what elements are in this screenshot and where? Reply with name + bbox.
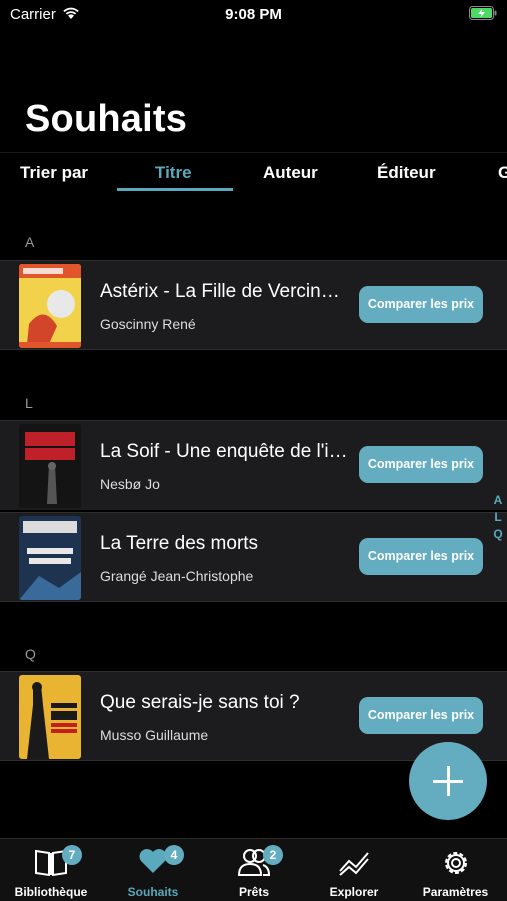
index-letter-q[interactable]: Q [491, 526, 505, 543]
tab-label: Paramètres [422, 885, 489, 899]
section-header-l: L [25, 395, 33, 411]
book-title: La Terre des morts [100, 533, 259, 554]
tab-explore[interactable]: Explorer [304, 839, 404, 901]
sort-selected-indicator [117, 188, 233, 191]
sort-option-genre[interactable]: G [498, 163, 507, 183]
book-row[interactable]: Astérix - La Fille de Vercingétorix Gosc… [0, 260, 507, 350]
book-author: Musso Guillaume [100, 727, 209, 743]
tab-settings[interactable]: Paramètres [404, 839, 507, 901]
tab-label: Prêts [238, 885, 270, 899]
sort-label: Trier par [20, 163, 89, 182]
sort-option-author[interactable]: Auteur [263, 163, 318, 183]
book-cover [19, 516, 81, 600]
section-header-q: Q [25, 646, 36, 662]
battery-charging-icon [469, 6, 497, 20]
book-title: La Soif - Une enquête de l'inspecteur Ha… [100, 441, 350, 462]
book-cover [19, 675, 81, 759]
tab-badge: 7 [62, 845, 82, 865]
tab-bar: 7 Bibliothèque 4 Souhaits 2 Prêts Explor… [0, 838, 507, 901]
book-author: Grangé Jean-Christophe [100, 568, 254, 584]
page-title: Souhaits [25, 98, 188, 140]
tab-label: Bibliothèque [14, 885, 88, 899]
compare-prices-button[interactable]: Comparer les prix [359, 286, 483, 323]
compare-prices-button[interactable]: Comparer les prix [359, 697, 483, 734]
book-row[interactable]: La Terre des morts Grangé Jean-Christoph… [0, 512, 507, 602]
section-index[interactable]: A L Q [491, 492, 505, 543]
book-cover [19, 424, 81, 508]
tab-label: Explorer [329, 885, 379, 899]
tab-label: Souhaits [127, 885, 179, 899]
index-letter-a[interactable]: A [491, 492, 505, 509]
book-author: Goscinny René [100, 316, 196, 332]
tab-loans[interactable]: 2 Prêts [204, 839, 304, 901]
book-title: Que serais-je sans toi ? [100, 692, 300, 713]
book-author: Nesbø Jo [100, 476, 160, 492]
tab-wishlist[interactable]: 4 Souhaits [102, 839, 204, 901]
sort-option-title[interactable]: Titre [155, 163, 192, 183]
compare-prices-button[interactable]: Comparer les prix [359, 446, 483, 483]
section-header-a: A [25, 234, 35, 250]
trend-icon [339, 852, 369, 876]
tab-library[interactable]: 7 Bibliothèque [0, 839, 102, 901]
index-letter-l[interactable]: L [491, 509, 505, 526]
status-time: 9:08 PM [225, 6, 282, 23]
add-book-button[interactable] [409, 742, 487, 820]
tab-badge: 2 [263, 845, 283, 865]
status-bar: Carrier 9:08 PM [0, 0, 507, 30]
tab-badge: 4 [164, 845, 184, 865]
sort-option-publisher[interactable]: Éditeur [377, 163, 436, 183]
sort-bar: Trier par Titre Auteur Éditeur G [0, 152, 507, 193]
compare-prices-button[interactable]: Comparer les prix [359, 538, 483, 575]
book-row[interactable]: La Soif - Une enquête de l'inspecteur Ha… [0, 420, 507, 510]
book-cover [19, 264, 81, 348]
gear-icon [445, 852, 467, 874]
book-title: Astérix - La Fille de Vercingétorix [100, 281, 350, 302]
